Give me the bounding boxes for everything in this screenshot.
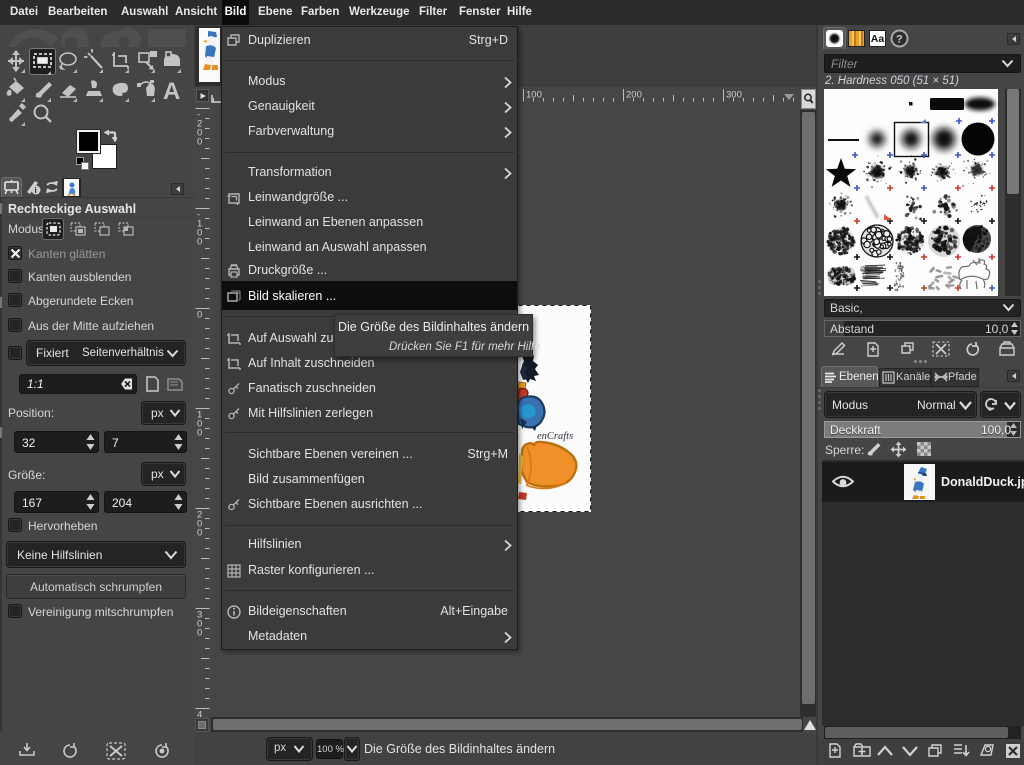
svg-text:0: 0 — [197, 137, 202, 148]
svg-text:0: 0 — [197, 237, 202, 248]
svg-text:A: A — [163, 78, 180, 105]
svg-text:0: 0 — [197, 528, 202, 539]
svg-text:300: 300 — [726, 90, 742, 101]
svg-text:0: 0 — [197, 628, 202, 639]
svg-text:enCrafts: enCrafts — [537, 431, 573, 442]
svg-text:?: ? — [896, 34, 903, 46]
svg-text:0: 0 — [197, 428, 202, 439]
svg-text:i: i — [35, 186, 37, 195]
svg-text:4: 4 — [197, 710, 202, 718]
svg-text:200: 200 — [626, 90, 642, 101]
svg-text:0: 0 — [197, 310, 202, 321]
svg-text:100: 100 — [526, 90, 542, 101]
